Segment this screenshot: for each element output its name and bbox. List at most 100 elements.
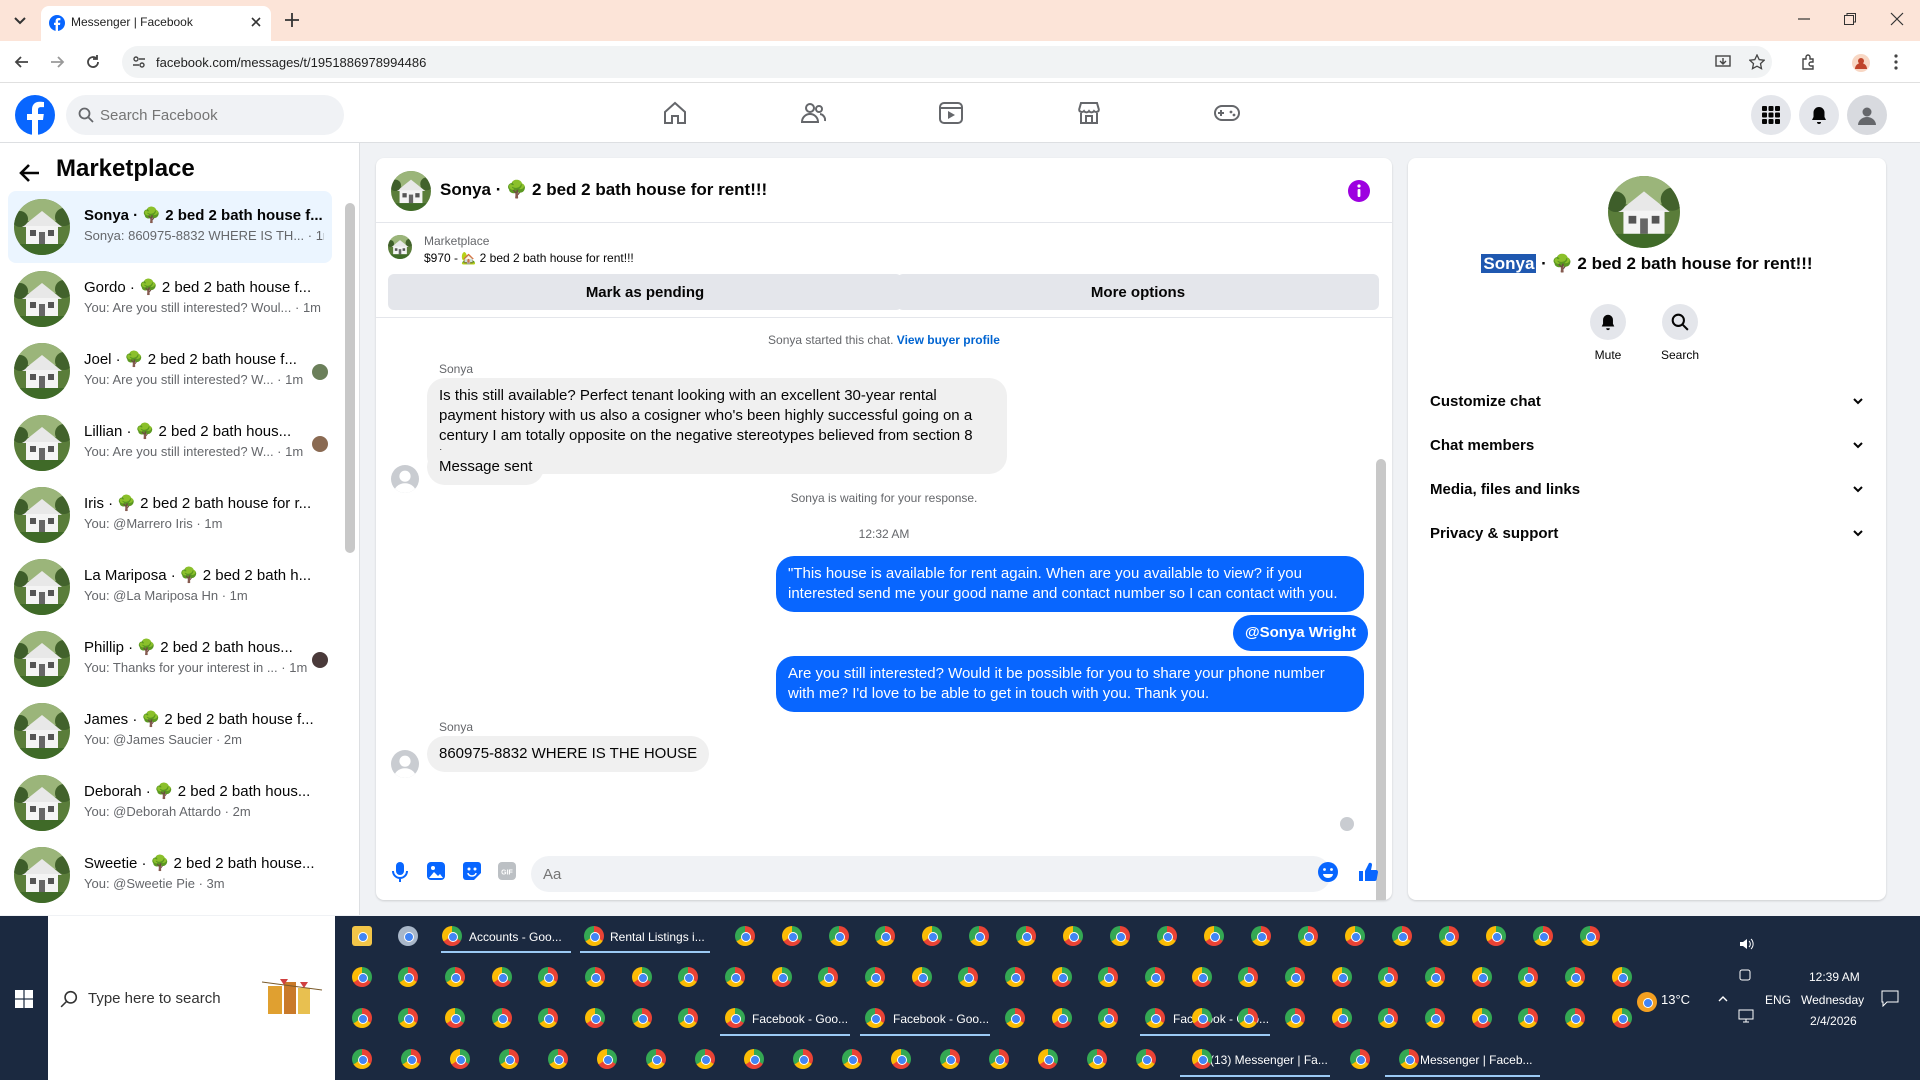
chrome-taskbar-icon[interactable] bbox=[1098, 1008, 1118, 1028]
chrome-taskbar-icon[interactable] bbox=[1378, 967, 1398, 987]
file-explorer-icon[interactable] bbox=[352, 926, 372, 946]
conversation-item[interactable]: Gordo · 🌳 2 bed 2 bath house f... You: Ar… bbox=[8, 263, 332, 335]
browser-menu-icon[interactable] bbox=[1893, 54, 1899, 70]
chrome-taskbar-icon[interactable] bbox=[1087, 1049, 1107, 1069]
view-buyer-profile-link[interactable]: View buyer profile bbox=[897, 333, 1000, 347]
chrome-taskbar-icon[interactable] bbox=[445, 1008, 465, 1028]
chrome-taskbar-icon[interactable] bbox=[646, 1049, 666, 1069]
chrome-taskbar-icon[interactable] bbox=[1580, 926, 1600, 946]
install-app-icon[interactable] bbox=[1715, 54, 1731, 70]
chrome-taskbar-icon[interactable] bbox=[1192, 1008, 1212, 1028]
home-icon[interactable] bbox=[662, 100, 688, 126]
conversation-item[interactable]: La Mariposa · 🌳 2 bed 2 bath h... You: @L… bbox=[8, 551, 332, 623]
avatar[interactable] bbox=[391, 171, 431, 211]
clock-time[interactable]: 12:39 AM bbox=[1809, 970, 1860, 984]
chrome-taskbar-icon[interactable] bbox=[1016, 926, 1036, 946]
chrome-taskbar-icon[interactable] bbox=[584, 926, 604, 946]
chrome-taskbar-icon[interactable] bbox=[1612, 1008, 1632, 1028]
chrome-taskbar-icon[interactable] bbox=[1052, 967, 1072, 987]
chrome-taskbar-icon[interactable] bbox=[1486, 926, 1506, 946]
chrome-taskbar-icon[interactable] bbox=[1098, 967, 1118, 987]
weather-moon-icon[interactable] bbox=[1637, 992, 1657, 1012]
conversation-item[interactable]: Sonya · 🌳 2 bed 2 bath house f... Sonya: … bbox=[8, 191, 332, 263]
chrome-taskbar-icon[interactable] bbox=[1145, 967, 1165, 987]
chrome-taskbar-icon[interactable] bbox=[829, 926, 849, 946]
chrome-taskbar-icon[interactable] bbox=[1472, 1008, 1492, 1028]
conversation-item[interactable]: Lillian · 🌳 2 bed 2 bath hous... You: Are… bbox=[8, 407, 332, 479]
chrome-taskbar-icon[interactable] bbox=[912, 967, 932, 987]
chrome-taskbar-icon[interactable] bbox=[969, 926, 989, 946]
chrome-taskbar-icon[interactable] bbox=[401, 1049, 421, 1069]
message-input[interactable] bbox=[531, 856, 1331, 892]
chrome-taskbar-icon[interactable] bbox=[1145, 1008, 1165, 1028]
conversation-item[interactable]: Iris · 🌳 2 bed 2 bath house for r... You:… bbox=[8, 479, 332, 551]
notification-center-icon[interactable] bbox=[1880, 989, 1900, 1007]
chrome-taskbar-icon[interactable] bbox=[585, 1008, 605, 1028]
start-button[interactable] bbox=[0, 916, 48, 1080]
weather-app-icon[interactable] bbox=[398, 926, 418, 946]
like-thumbs-up-icon[interactable] bbox=[1357, 861, 1379, 883]
incoming-message[interactable]: 860975-8832 WHERE IS THE HOUSE bbox=[427, 736, 710, 772]
media-files-links-section[interactable]: Media, files and links bbox=[1422, 468, 1872, 512]
chrome-taskbar-icon[interactable] bbox=[842, 1049, 862, 1069]
clock-date[interactable]: 2/4/2026 bbox=[1810, 1014, 1857, 1028]
chrome-taskbar-icon[interactable] bbox=[632, 1008, 652, 1028]
chrome-taskbar-icon[interactable] bbox=[1378, 1008, 1398, 1028]
chrome-taskbar-icon[interactable] bbox=[1565, 967, 1585, 987]
chrome-taskbar-icon[interactable] bbox=[1332, 967, 1352, 987]
chrome-taskbar-icon[interactable] bbox=[940, 1049, 960, 1069]
chrome-taskbar-icon[interactable] bbox=[1332, 1008, 1352, 1028]
sidebar-scrollbar[interactable] bbox=[345, 203, 355, 553]
chrome-taskbar-icon[interactable] bbox=[818, 967, 838, 987]
chevron-up-icon[interactable] bbox=[1717, 994, 1729, 1004]
volume-icon[interactable] bbox=[1738, 936, 1754, 952]
marketplace-icon[interactable] bbox=[1076, 100, 1102, 126]
listing-thumbnail[interactable] bbox=[388, 235, 412, 259]
chrome-taskbar-icon[interactable] bbox=[1565, 1008, 1585, 1028]
chrome-taskbar-icon[interactable] bbox=[597, 1049, 617, 1069]
browser-tab[interactable]: Messenger | Facebook bbox=[41, 6, 271, 41]
address-bar[interactable]: facebook.com/messages/t/1951886978994486 bbox=[122, 46, 1772, 78]
chrome-taskbar-icon[interactable] bbox=[352, 1049, 372, 1069]
chrome-taskbar-icon[interactable] bbox=[492, 1008, 512, 1028]
reload-icon[interactable] bbox=[85, 54, 101, 70]
chrome-taskbar-icon[interactable] bbox=[352, 967, 372, 987]
chrome-taskbar-icon[interactable] bbox=[1110, 926, 1130, 946]
close-window-icon[interactable] bbox=[1890, 12, 1904, 26]
chrome-taskbar-icon[interactable] bbox=[695, 1049, 715, 1069]
chrome-taskbar-icon[interactable] bbox=[1192, 1049, 1212, 1069]
chrome-taskbar-icon[interactable] bbox=[1350, 1049, 1370, 1069]
chrome-taskbar-icon[interactable] bbox=[499, 1049, 519, 1069]
new-tab-icon[interactable] bbox=[282, 10, 302, 30]
chrome-taskbar-icon[interactable] bbox=[1005, 1008, 1025, 1028]
chrome-taskbar-icon[interactable] bbox=[1238, 967, 1258, 987]
account-button[interactable] bbox=[1847, 95, 1887, 135]
chrome-taskbar-icon[interactable] bbox=[632, 967, 652, 987]
conversation-item[interactable]: Sweetie · 🌳 2 bed 2 bath house... You: @S… bbox=[8, 839, 332, 911]
chrome-taskbar-icon[interactable] bbox=[1136, 1049, 1156, 1069]
facebook-search-input[interactable] bbox=[100, 95, 330, 135]
chrome-taskbar-icon[interactable] bbox=[1038, 1049, 1058, 1069]
chrome-taskbar-icon[interactable] bbox=[442, 926, 462, 946]
mark-as-pending-button[interactable]: Mark as pending bbox=[388, 274, 902, 310]
chat-title[interactable]: Sonya · 🌳 2 bed 2 bath house for rent!!! bbox=[440, 180, 767, 200]
more-options-button[interactable]: More options bbox=[897, 274, 1379, 310]
chrome-taskbar-icon[interactable] bbox=[1238, 1008, 1258, 1028]
chrome-taskbar-icon[interactable] bbox=[735, 926, 755, 946]
chrome-taskbar-icon[interactable] bbox=[1204, 926, 1224, 946]
chrome-taskbar-icon[interactable] bbox=[1192, 967, 1212, 987]
chrome-taskbar-icon[interactable] bbox=[1298, 926, 1318, 946]
avatar[interactable] bbox=[1608, 176, 1680, 248]
customize-chat-section[interactable]: Customize chat bbox=[1422, 380, 1872, 424]
chrome-taskbar-icon[interactable] bbox=[1345, 926, 1365, 946]
incoming-message[interactable]: Message sent bbox=[427, 449, 545, 485]
chrome-taskbar-icon[interactable] bbox=[1612, 967, 1632, 987]
restore-icon[interactable] bbox=[1843, 12, 1857, 26]
conversation-item[interactable]: James · 🌳 2 bed 2 bath house f... You: @J… bbox=[8, 695, 332, 767]
sticker-icon[interactable] bbox=[462, 861, 482, 881]
chrome-taskbar-icon[interactable] bbox=[958, 967, 978, 987]
chrome-taskbar-icon[interactable] bbox=[725, 1008, 745, 1028]
close-tab-icon[interactable] bbox=[249, 15, 263, 29]
taskbar-search[interactable]: Type here to search bbox=[48, 916, 335, 1080]
chrome-taskbar-icon[interactable] bbox=[1005, 967, 1025, 987]
